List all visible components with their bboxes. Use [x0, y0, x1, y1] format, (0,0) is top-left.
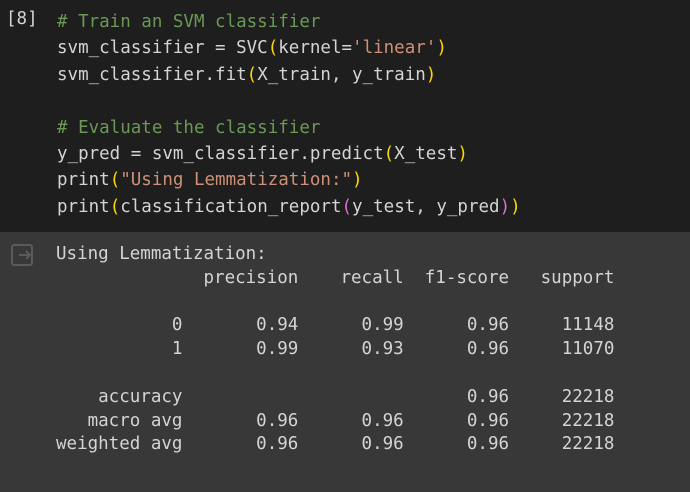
code-block[interactable]: # Train an SVM classifier svm_classifier … [57, 9, 521, 220]
output-line: macro avg 0.96 0.96 0.96 22218 [56, 410, 615, 431]
code-line-2: svm_classifier = SVC(kernel='linear') [57, 38, 447, 59]
notebook-code-cell: [8] # Train an SVM classifier svm_classif… [0, 0, 690, 492]
output-line: accuracy 0.96 22218 [56, 386, 615, 407]
output-line: precision recall f1-score support [56, 267, 615, 288]
code-line-8: print(classification_report(y_test, y_pr… [57, 196, 521, 217]
output-line: 1 0.99 0.93 0.96 11070 [56, 339, 615, 360]
output-line: weighted avg 0.96 0.96 0.96 22218 [56, 434, 615, 455]
code-line-7: print("Using Lemmatization:") [57, 170, 363, 191]
cell-output: Using Lemmatization: precision recall f1… [0, 232, 690, 492]
code-line-1: # Train an SVM classifier [57, 12, 321, 32]
output-text: Using Lemmatization: precision recall f1… [56, 243, 614, 457]
code-editor[interactable]: [8] # Train an SVM classifier svm_classif… [0, 0, 690, 232]
output-line: Using Lemmatization: [56, 244, 267, 264]
execution-count: [8] [6, 9, 38, 29]
code-line-3: svm_classifier.fit(X_train, y_train) [57, 64, 437, 85]
output-redirect-icon[interactable] [10, 242, 36, 268]
code-line-6: y_pred = svm_classifier.predict(X_test) [57, 143, 468, 164]
output-line: 0 0.94 0.99 0.96 11148 [56, 315, 615, 336]
code-line-5: # Evaluate the classifier [57, 117, 321, 138]
